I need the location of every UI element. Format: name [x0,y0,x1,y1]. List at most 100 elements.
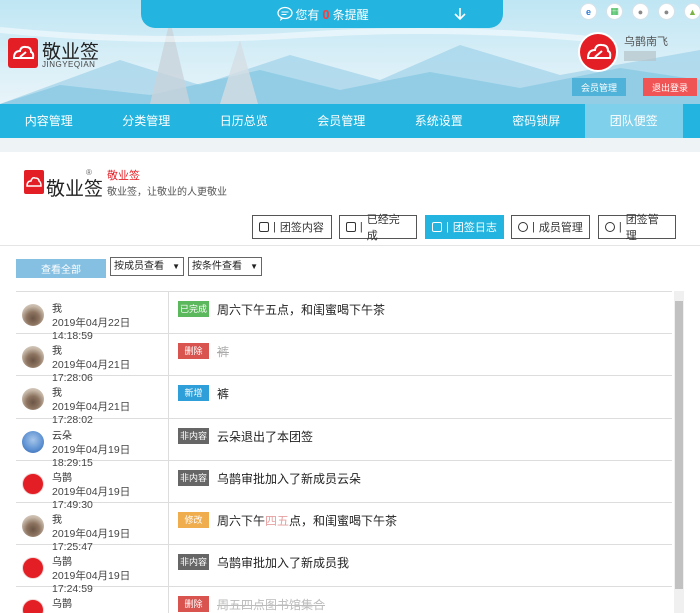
logout-button[interactable]: 退出登录 [643,78,697,96]
avatar [22,430,44,453]
member-filter-label: 按成员查看 [114,261,164,272]
list-scrollbar[interactable] [674,291,684,613]
tab-label: 团签日志 [452,222,497,234]
nav-team[interactable]: 团队便签 [585,104,683,138]
team-logo-text: 敬业签 [46,179,104,200]
condition-filter-label: 按条件查看 [192,261,242,272]
brand-logo-icon[interactable] [8,38,38,68]
tab-label: 成员管理 [538,222,583,234]
log-row[interactable]: 乌鹊 2019年04月19日 17:24:59 非内容 乌鹊审批加入了新成员我 [16,545,672,595]
nav-settings[interactable]: 系统设置 [390,104,488,138]
notice-prefix: 您有 [295,7,320,22]
view-all-button[interactable]: 查看全部 [16,259,106,278]
tab-label: 团签管理 [625,214,659,242]
log-user: 乌鹊 [52,599,72,611]
log-row[interactable]: 云朵 2019年04月19日 18:29:15 非内容 云朵退出了本团签 [16,418,672,469]
tab-team-manage[interactable]: | 团签管理 [598,214,676,242]
log-message: 云朵退出了本团签 [217,429,314,444]
log-user: 我 [52,346,62,358]
log-message: 周六下午四五点，和闺蜜喝下午茶 [217,512,397,529]
status-badge: 非内容 [178,554,209,571]
avatar [22,304,44,326]
log-user: 我 [52,514,62,526]
status-badge: 已完成 [178,301,209,317]
log-row[interactable]: 我 2019年04月22日 14:18:59 已完成 周六下午五点，和闺蜜喝下午… [16,292,672,342]
nav-member[interactable]: 会员管理 [293,104,391,138]
notice-text: 您有 0 条提醒 [295,6,368,23]
log-row[interactable]: 我 2019年04月19日 17:25:47 修改 周六下午四五点，和闺蜜喝下午… [16,502,672,553]
log-user: 云朵 [52,430,72,442]
log-message: 周五四点图书馆集合 [217,598,326,613]
brand-subtitle: JINGYEQIAN [42,60,96,69]
log-message: 乌鹊审批加入了新成员我 [217,556,350,571]
tab-completed[interactable]: | 已经完成 [339,214,417,242]
users-icon [518,222,528,232]
avatar [22,557,44,580]
notice-count: 0 [322,6,330,22]
msg-part: 点，和闺蜜喝下午茶 [289,513,398,528]
caret-down-icon: ▼ [172,262,180,271]
condition-filter-select[interactable]: 按条件查看 ▼ [188,257,262,276]
tab-members[interactable]: | 成员管理 [511,215,590,239]
team-description: 敬业签，让敬业的人更敬业 [107,187,227,198]
team-name: 敬业签 [107,170,140,182]
avatar [22,599,44,613]
header: 您有 0 条提醒 敬业签 JINGYEQIAN e ▦ ● ● ▲ 乌鹊南飞 会员管… [0,0,700,104]
scrollbar-thumb[interactable] [675,301,683,589]
avatar [22,346,44,369]
registered-mark: ® [86,168,92,177]
log-row[interactable]: 乌鹊 2019年04月19日 17:49:30 非内容 乌鹊审批加入了新成员云朵 [16,460,672,511]
main-nav: 内容管理 分类管理 日历总览 会员管理 系统设置 密码锁屏 团队便签 [0,104,700,138]
avatar [22,388,44,411]
status-badge: 新增 [178,385,209,402]
gear-icon [605,222,615,232]
log-row[interactable]: 我 2019年04月21日 17:28:02 新增 裤 [16,376,672,426]
divider [0,245,700,246]
log-message: 裤 [217,345,230,360]
log-message: 周六下午五点，和闺蜜喝下午茶 [217,303,386,317]
msg-diff: 四五 [265,513,290,528]
status-badge: 删除 [178,343,209,360]
team-logo-icon [24,170,44,194]
msg-part: 周六下午 [217,513,266,528]
nav-content[interactable]: 内容管理 [0,104,98,138]
user-avatar[interactable] [578,32,618,72]
grid-icon [259,222,269,232]
notice-bar[interactable]: 您有 0 条提醒 [141,0,503,28]
apple-icon[interactable]: ● [632,3,649,20]
tab-team-content[interactable]: | 团签内容 [252,215,332,239]
archive-icon [346,222,356,232]
user-name: 乌鹊南飞 [624,36,668,48]
log-user: 乌鹊 [52,472,72,484]
nav-calendar[interactable]: 日历总览 [195,104,293,138]
chat-icon [277,6,293,21]
notice-suffix: 条提醒 [332,7,369,22]
log-message: 乌鹊审批加入了新成员云朵 [217,471,362,486]
arrow-down-icon[interactable] [454,7,466,21]
member-manage-button[interactable]: 会员管理 [572,78,626,96]
platform-icons: e ▦ ● ● ▲ [580,3,700,20]
log-icon [432,222,442,232]
nav-category[interactable]: 分类管理 [98,104,196,138]
member-filter-select[interactable]: 按成员查看 ▼ [110,257,184,276]
status-badge: 非内容 [178,469,209,486]
status-badge: 修改 [178,511,209,528]
android-icon[interactable]: ▲ [684,3,700,20]
nav-lock[interactable]: 密码锁屏 [488,104,586,138]
log-message: 裤 [217,387,230,402]
tab-label: 团签内容 [279,222,324,234]
tab-label: 已经完成 [366,214,400,242]
tab-team-log[interactable]: | 团签日志 [425,215,504,239]
ie-icon[interactable]: e [580,3,597,20]
status-badge: 删除 [178,596,209,613]
status-badge: 非内容 [178,427,209,444]
windows-icon[interactable]: ▦ [606,3,623,20]
avatar [22,472,44,495]
log-user: 我 [52,388,62,400]
log-row[interactable]: 乌鹊 删除 周五四点图书馆集合 [16,587,672,613]
caret-down-icon: ▼ [250,262,258,271]
log-row[interactable]: 我 2019年04月21日 17:28:06 删除 裤 [16,334,672,384]
apple-ios-icon[interactable]: ● [658,3,675,20]
log-user: 我 [52,304,62,315]
log-user: 乌鹊 [52,557,72,569]
